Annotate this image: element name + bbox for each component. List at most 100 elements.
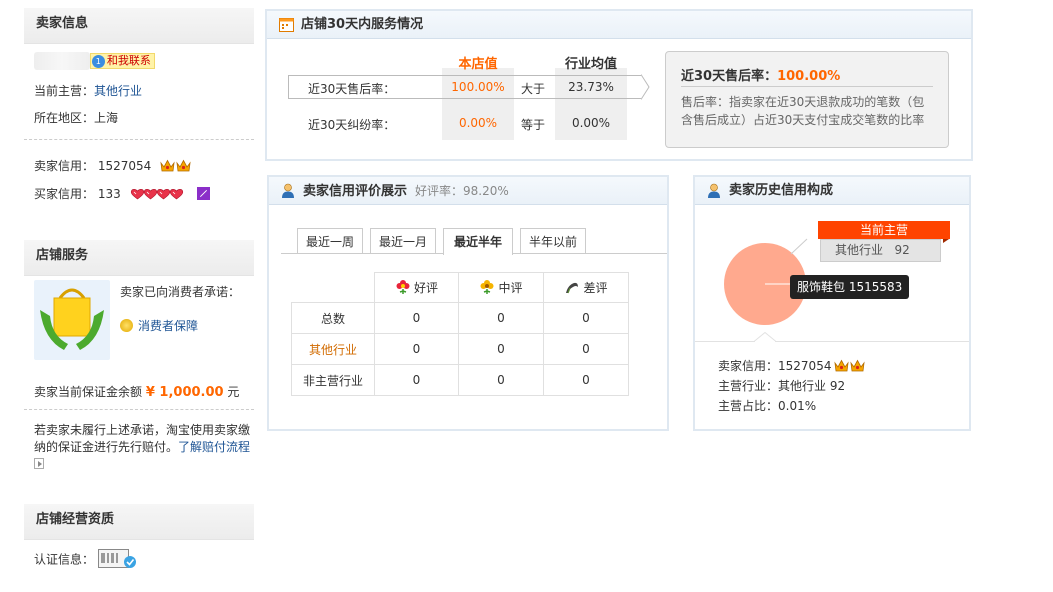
crown-icon — [850, 359, 865, 372]
region-value: 上海 — [94, 111, 119, 125]
row1-compare: 等于 — [521, 118, 546, 132]
contact-button[interactable]: 1 和我联系 — [89, 53, 155, 69]
info-value: 100.00% — [777, 69, 841, 84]
col-industry-header: 行业均值 — [564, 57, 617, 72]
cell-value: 0 — [374, 302, 459, 334]
good-rate: 好评率：98.20% — [415, 184, 509, 198]
cell-value: 0 — [458, 364, 544, 396]
industry-count: 92 — [894, 243, 910, 257]
row-arrow-icon — [641, 74, 650, 100]
deposit-unit: 元 — [227, 385, 240, 399]
info-divider — [681, 86, 933, 87]
seller-contact-row: 1 和我联系 — [34, 52, 155, 70]
history-panel: 卖家历史信用构成 当前主营 其他行业 92 卖家信用：1527054 主营行业：… — [693, 175, 971, 431]
history-seller-credit-row: 卖家信用：1527054 — [718, 357, 866, 374]
neutral-label: 中评 — [498, 281, 523, 295]
seller-credit-label: 卖家信用： — [34, 159, 95, 173]
bad-label: 差评 — [583, 281, 608, 295]
seller-user-icon — [708, 183, 720, 198]
neutral-header: 中评 — [458, 272, 544, 303]
compensation-text: 若卖家未履行上述承诺，淘宝使用卖家缴纳的保证金进行先行赔付。了解赔付流程 — [34, 422, 252, 473]
info-desc: 售后率：指卖家在近30天退款成功的笔数（包含售后成立）占近30天支付宝成交笔数的… — [681, 95, 925, 127]
arrow-right-icon[interactable] — [34, 458, 44, 469]
tab-last-week[interactable]: 最近一周 — [297, 228, 363, 254]
seller-credit-row: 卖家信用： 1527054 — [34, 157, 192, 174]
main-ratio-label: 主营占比： — [718, 399, 779, 413]
row0-shop: 100.00% — [451, 80, 505, 94]
row-label: 非主营行业 — [291, 364, 375, 396]
seller-info-title: 卖家信息 — [24, 8, 254, 44]
table-row: 总数 0 0 0 — [291, 302, 629, 334]
shop-service-title: 店铺服务 — [24, 240, 254, 276]
pie-leader-line — [790, 238, 808, 255]
main-industry-row: 主营行业：其他行业 92 — [718, 377, 845, 394]
table-corner — [291, 272, 375, 303]
rating-title: 卖家信用评价展示 — [303, 184, 408, 199]
guarantee-bag-icon — [34, 280, 110, 360]
history-seller-credit-value: 1527054 — [778, 359, 832, 373]
row1-label: 近30天纠纷率： — [308, 118, 396, 132]
tab-before-half-year[interactable]: 半年以前 — [520, 228, 586, 254]
certificate-icon[interactable] — [97, 549, 138, 569]
deposit-row: 卖家当前保证金余额 ¥ 1,000.00 元 — [34, 383, 239, 400]
active-tab-cover — [444, 252, 512, 255]
main-ratio-value: 0.01% — [778, 399, 817, 413]
industry-box: 其他行业 92 — [820, 239, 941, 262]
table-row: 其他行业 0 0 0 — [291, 333, 629, 365]
guarantee-row: 消费者保障 — [120, 317, 198, 334]
info-title: 近30天售后率： — [681, 69, 778, 84]
service30-panel: 店铺30天内服务情况 本店值 行业均值 近30天售后率： 100.00% 大于 … — [265, 9, 973, 161]
crown-icon — [176, 159, 191, 172]
main-business-label: 当前主营： — [34, 84, 95, 98]
tab-last-month[interactable]: 最近一月 — [370, 228, 436, 254]
cert-row: 认证信息： — [34, 549, 138, 569]
guarantee-link[interactable]: 消费者保障 — [138, 319, 198, 333]
wilted-flower-icon — [566, 282, 579, 294]
tab-last-half-year[interactable]: 最近半年 — [443, 228, 513, 255]
contact-icon: 1 — [91, 55, 105, 68]
service30-title: 店铺30天内服务情况 — [301, 17, 424, 32]
cell-value: 0 — [458, 333, 544, 365]
calendar-icon — [279, 18, 294, 32]
row0-industry: 23.73% — [568, 80, 614, 94]
info-title-row: 近30天售后率：100.00% — [681, 65, 840, 84]
deposit-value: ¥ 1,000.00 — [145, 385, 224, 400]
good-header: 好评 — [374, 272, 459, 303]
qualification-panel: 店铺经营资质 认证信息： — [24, 504, 254, 584]
deposit-label: 卖家当前保证金余额 — [34, 385, 143, 399]
main-business-row: 当前主营：其他行业 — [34, 82, 142, 99]
rating-table: 好评 中评 差评 总数 0 0 0 其他行业 0 0 0 非主营行业 0 0 0 — [291, 272, 629, 396]
buyer-credit-value: 133 — [97, 187, 121, 201]
contact-label: 和我联系 — [106, 54, 151, 67]
row0-compare: 大于 — [521, 82, 546, 96]
row-label: 总数 — [291, 302, 375, 334]
main-business-link[interactable]: 其他行业 — [94, 84, 142, 98]
good-label: 好评 — [413, 281, 438, 295]
main-industry-label: 主营行业： — [718, 379, 779, 393]
main-industry-value: 其他行业 92 — [778, 379, 846, 393]
buyer-badge-icon[interactable] — [197, 187, 211, 200]
divider-notch — [754, 332, 776, 342]
cell-value: 0 — [543, 333, 629, 365]
row-label-link[interactable]: 其他行业 — [291, 333, 375, 365]
compensation-link[interactable]: 了解赔付流程 — [178, 440, 250, 454]
history-seller-credit-label: 卖家信用： — [718, 359, 779, 373]
cert-label: 认证信息： — [34, 552, 95, 567]
row1-industry: 0.00% — [571, 116, 611, 130]
cell-value: 0 — [543, 364, 629, 396]
heart-icon — [169, 188, 184, 200]
divider — [24, 139, 254, 140]
yellow-flower-icon — [480, 280, 494, 294]
current-main-badge: 当前主营 — [818, 221, 950, 239]
badge-fold — [943, 239, 949, 243]
crown-icon — [834, 359, 849, 372]
promise-text: 卖家已向消费者承诺： — [120, 285, 241, 299]
row0-label: 近30天售后率： — [308, 82, 396, 96]
cell-value: 0 — [374, 333, 459, 365]
service30-header: 店铺30天内服务情况 — [267, 11, 971, 39]
main-ratio-row: 主营占比：0.01% — [718, 397, 816, 414]
buyer-credit-row: 买家信用： 133 — [34, 185, 211, 202]
shop-service-panel: 店铺服务 卖家已向消费者承诺： 消费者保障 卖家当前保证金余额 ¥ 1,000.… — [24, 240, 254, 480]
seller-name-blurred — [34, 52, 90, 70]
region-row: 所在地区：上海 — [34, 109, 118, 126]
